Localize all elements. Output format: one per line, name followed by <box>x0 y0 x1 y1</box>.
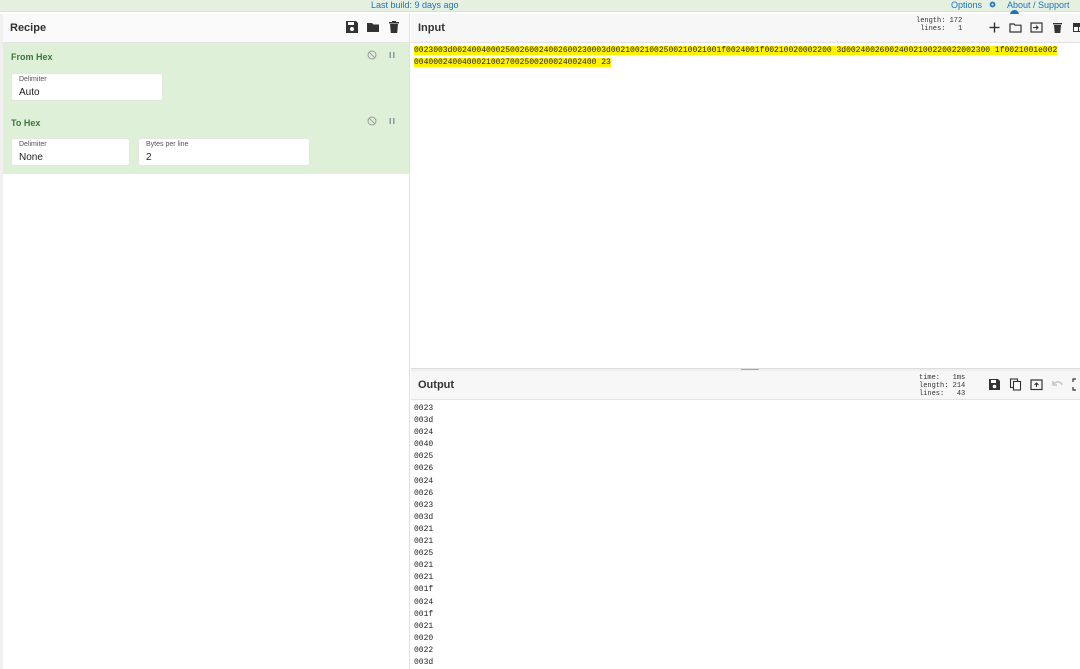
open-file-icon[interactable] <box>1030 21 1043 34</box>
pause-icon[interactable] <box>387 116 397 126</box>
output-line: 0021 <box>414 561 434 571</box>
output-line: 0024 <box>414 476 434 486</box>
output-line: 0020 <box>414 633 434 643</box>
output-line: 0023 <box>414 404 434 413</box>
output-line: 0021 <box>414 524 434 534</box>
output-line: 0021 <box>414 621 434 631</box>
delimiter-field[interactable]: Delimiter None <box>11 138 130 166</box>
length-label: length: <box>916 17 946 25</box>
field-label: Delimiter <box>19 76 47 83</box>
output-line: 001f <box>414 585 434 595</box>
output-textarea[interactable]: 0023 003d 0024 0040 0025 0026 0024 0026 0023 003d… <box>414 403 433 669</box>
operation-title: To Hex <box>11 118 41 128</box>
recipe-title: Recipe <box>10 22 47 34</box>
disable-icon[interactable] <box>367 116 377 126</box>
copy-icon[interactable] <box>1009 378 1022 391</box>
input-stats: length: 172 lines: 1 <box>916 17 962 33</box>
time-label: time: <box>919 374 941 382</box>
output-line: 003d <box>414 657 434 667</box>
output-line: 003d <box>414 512 434 522</box>
save-icon[interactable] <box>345 20 359 34</box>
trash-icon[interactable] <box>387 20 401 34</box>
pause-icon[interactable] <box>387 50 397 60</box>
field-label: Delimiter <box>19 141 47 148</box>
output-line: 003d <box>414 416 434 426</box>
length-value: 214 <box>952 382 966 390</box>
input-header: Input length: 172 lines: 1 <box>411 14 1080 43</box>
output-line: 0024 <box>414 428 434 438</box>
input-title: Input <box>418 22 445 34</box>
recipe-header: Recipe <box>3 14 409 43</box>
resizer-grip <box>741 369 759 370</box>
output-pane: Output time: 1ms length: 214 lines: 43 0… <box>411 371 1080 669</box>
field-value: 2 <box>146 152 152 163</box>
replace-input-icon[interactable] <box>1030 378 1043 391</box>
output-line: 0021 <box>414 537 434 547</box>
output-line: 0024 <box>414 597 434 607</box>
trash-icon[interactable] <box>1051 21 1064 34</box>
lines-label: lines: <box>919 390 945 398</box>
operation-to-hex[interactable]: To Hex Delimiter None Bytes per line 2 <box>3 109 409 174</box>
output-line: 001f <box>414 609 434 619</box>
output-line: 0025 <box>414 549 434 559</box>
length-value: 172 <box>949 17 963 25</box>
input-line-2: 00400024004000210027002500200024002400 2… <box>414 58 611 67</box>
last-build-text: Last build: 9 days ago <box>371 0 459 10</box>
about-support-label: About / Support <box>1007 0 1070 10</box>
lines-value: 1 <box>958 25 963 33</box>
folder-icon[interactable] <box>366 20 380 34</box>
lines-value: 43 <box>956 390 966 398</box>
input-pane: Input length: 172 lines: 1 0023003d00240… <box>411 14 1080 368</box>
output-line: 0040 <box>414 440 434 450</box>
output-line: 0023 <box>414 500 434 510</box>
field-label: Bytes per line <box>146 141 189 148</box>
field-value: Auto <box>19 87 40 98</box>
output-title: Output <box>418 379 455 391</box>
output-stats: time: 1ms length: 214 lines: 43 <box>919 374 965 398</box>
input-textarea[interactable]: 0023003d00240040002500260024002600230003… <box>414 45 1080 69</box>
open-folder-icon[interactable] <box>1009 21 1022 34</box>
plus-icon[interactable] <box>988 21 1001 34</box>
operation-title: From Hex <box>11 52 53 62</box>
layout-icon[interactable] <box>1072 21 1080 34</box>
field-value: None <box>19 152 43 163</box>
output-line: 0026 <box>414 464 434 474</box>
maximize-icon[interactable] <box>1072 378 1080 391</box>
undo-icon[interactable] <box>1051 378 1064 391</box>
output-line: 0021 <box>414 573 434 583</box>
recipe-pane: Recipe From Hex Delimiter Auto To Hex De… <box>3 14 410 669</box>
time-value: 1ms <box>952 374 966 382</box>
disable-icon[interactable] <box>367 50 377 60</box>
length-label: length: <box>919 382 949 390</box>
gear-icon <box>989 1 995 8</box>
output-line: 0022 <box>414 645 434 655</box>
options-label: Options <box>951 0 983 10</box>
operation-from-hex[interactable]: From Hex Delimiter Auto <box>3 43 409 109</box>
options-link[interactable]: Options <box>951 0 997 10</box>
delimiter-field[interactable]: Delimiter Auto <box>11 73 163 101</box>
output-header: Output time: 1ms length: 214 lines: 43 <box>411 371 1080 400</box>
bytes-per-line-field[interactable]: Bytes per line 2 <box>138 138 310 166</box>
output-line: 0026 <box>414 488 434 498</box>
top-bar: Last build: 9 days ago Options About / S… <box>0 0 1080 19</box>
lines-label: lines: <box>920 25 946 33</box>
input-line-1: 0023003d00240040002500260024002600230003… <box>414 46 1058 55</box>
output-line: 0025 <box>414 452 434 462</box>
save-icon[interactable] <box>988 378 1001 391</box>
